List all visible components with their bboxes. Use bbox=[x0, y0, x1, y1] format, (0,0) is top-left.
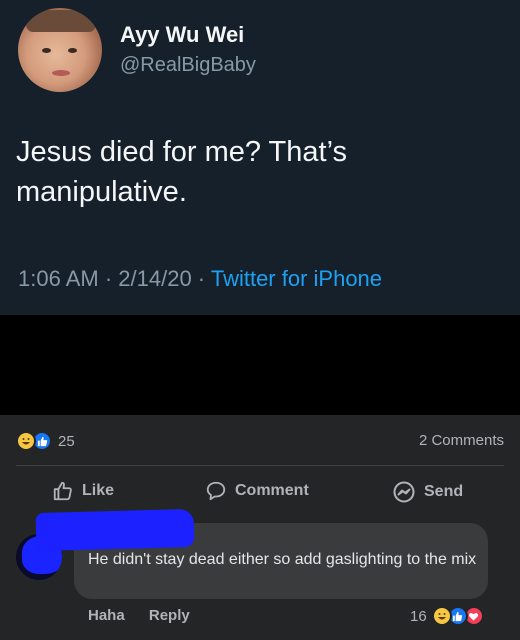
avatar-right-eye bbox=[68, 48, 77, 53]
messenger-icon bbox=[393, 481, 415, 503]
tweet-display-name[interactable]: Ayy Wu Wei bbox=[120, 22, 244, 48]
post-reaction-summary[interactable]: 25 bbox=[16, 430, 75, 452]
meta-separator: · bbox=[98, 266, 119, 291]
tweet-source-link[interactable]: Twitter for iPhone bbox=[211, 266, 382, 291]
comment-actions: Haha Reply bbox=[88, 607, 210, 624]
like-button-label: Like bbox=[82, 482, 115, 499]
comment-text: He didn't stay dead either so add gaslig… bbox=[88, 551, 477, 568]
thumbs-up-icon bbox=[53, 481, 72, 501]
comment-reaction-summary[interactable]: 16 bbox=[410, 606, 484, 626]
haha-icon bbox=[431, 606, 452, 626]
comment-button-label: Comment bbox=[235, 482, 309, 499]
tweet-meta: 1:06 AM · 2/14/20 · Twitter for iPhone bbox=[18, 266, 382, 292]
comment-haha-button[interactable]: Haha bbox=[88, 607, 125, 624]
post-reaction-count: 25 bbox=[58, 432, 75, 450]
comment-button[interactable]: Comment bbox=[205, 480, 309, 502]
speech-bubble-icon bbox=[206, 481, 226, 501]
tweet-time[interactable]: 1:06 AM bbox=[18, 266, 99, 291]
comment-reply-button[interactable]: Reply bbox=[149, 607, 190, 624]
like-button[interactable]: Like bbox=[52, 480, 114, 502]
tweet-date[interactable]: 2/14/20 bbox=[118, 266, 191, 291]
post-divider bbox=[16, 465, 504, 466]
commenter-name-redaction bbox=[35, 508, 195, 552]
haha-icon bbox=[16, 431, 36, 451]
facebook-post-footer: 25 2 Comments Like Comment Send He didn'… bbox=[0, 415, 520, 640]
tweet-text-line-1: Jesus died for me? That’s bbox=[16, 136, 347, 168]
avatar-hair bbox=[26, 10, 96, 32]
tweet-card: Ayy Wu Wei @RealBigBaby Jesus died for m… bbox=[0, 0, 520, 315]
meta-separator: · bbox=[191, 266, 211, 291]
avatar-mouth bbox=[52, 70, 70, 76]
comment-reaction-count: 16 bbox=[410, 607, 427, 625]
send-button[interactable]: Send bbox=[392, 480, 463, 504]
screenshot-canvas: Ayy Wu Wei @RealBigBaby Jesus died for m… bbox=[0, 0, 520, 640]
tweet-text-line-2: manipulative. bbox=[16, 176, 187, 208]
tweet-handle[interactable]: @RealBigBaby bbox=[120, 54, 256, 77]
tweet-author-avatar[interactable] bbox=[18, 8, 102, 92]
avatar-left-eye bbox=[42, 48, 51, 53]
tweet-text: Jesus died for me? That’s manipulative. bbox=[16, 132, 496, 212]
post-action-bar: Like Comment Send bbox=[0, 475, 520, 507]
post-comment-count[interactable]: 2 Comments bbox=[419, 432, 504, 449]
send-button-label: Send bbox=[424, 483, 464, 500]
